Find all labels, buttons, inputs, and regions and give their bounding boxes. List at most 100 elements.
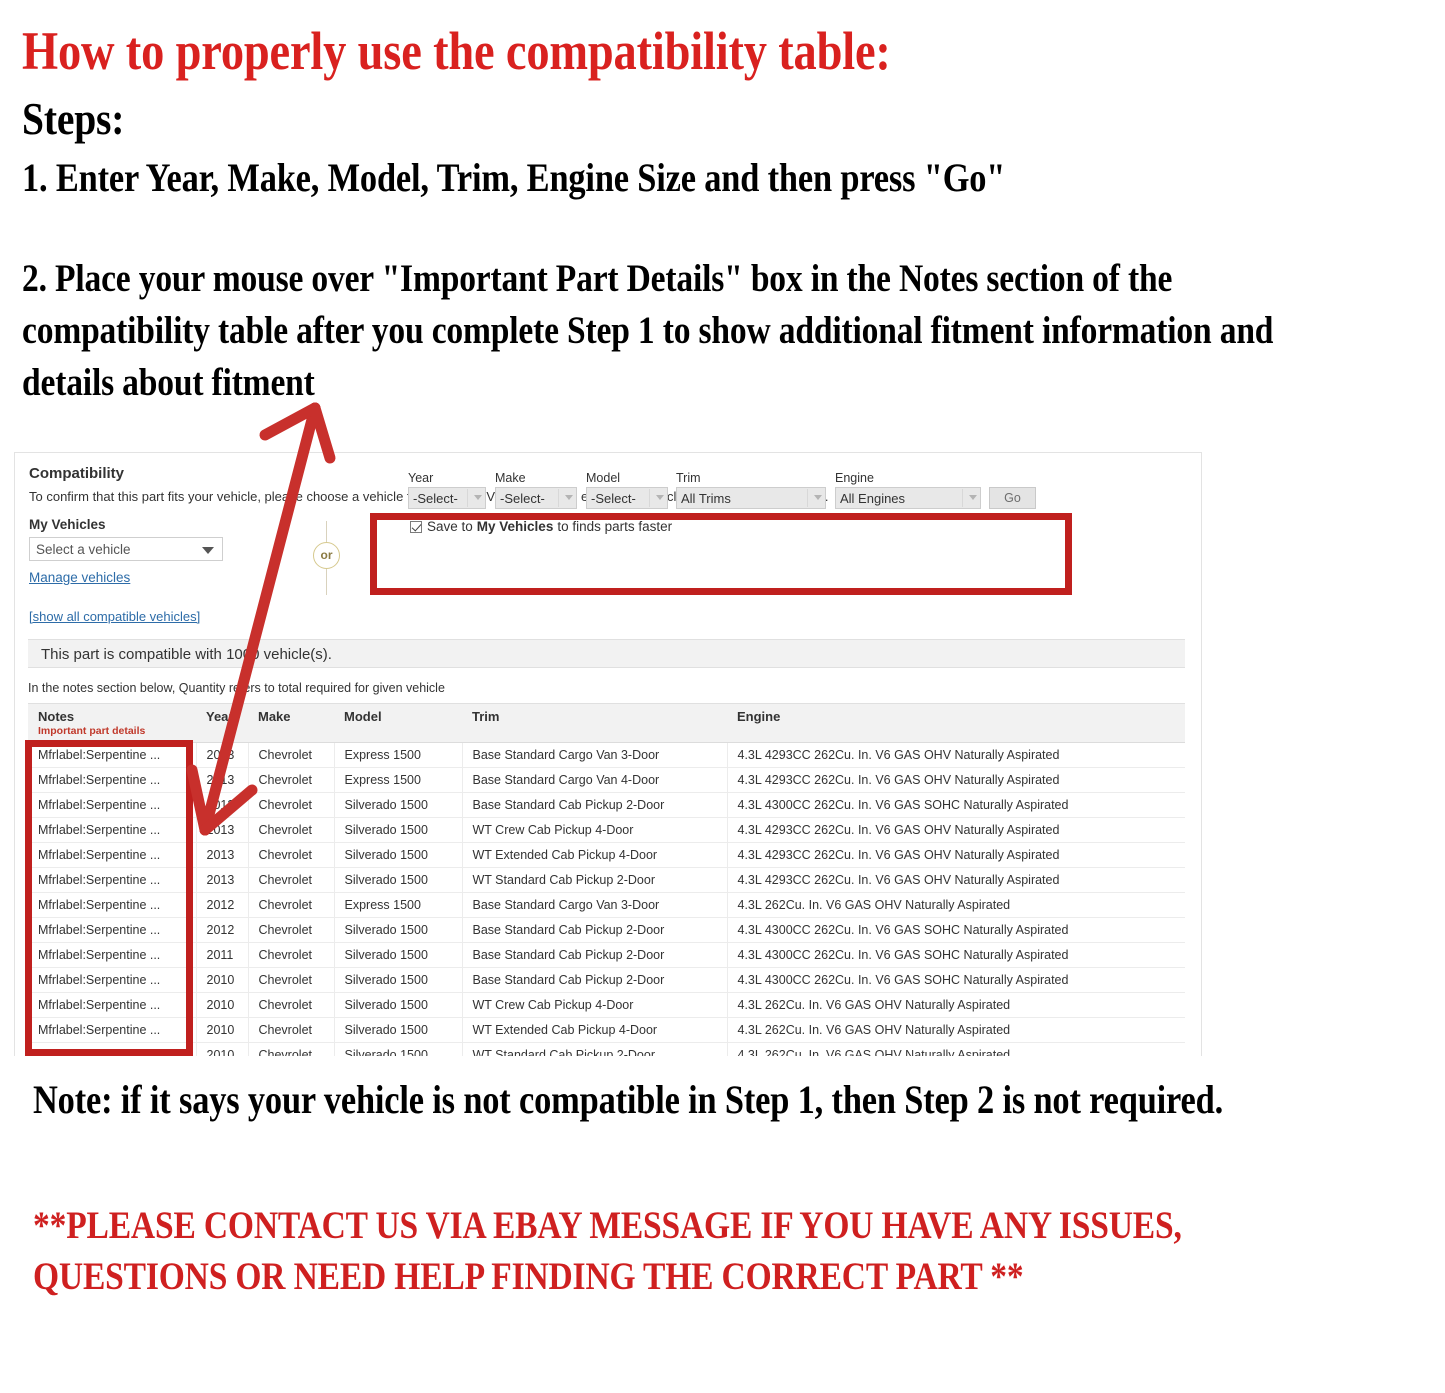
save-to-my-vehicles-checkbox[interactable]: [410, 520, 422, 533]
page-title: How to properly use the compatibility ta…: [22, 21, 891, 81]
table-header-row: Notes Important part details Year Make M…: [28, 703, 1185, 743]
cell-trim: Base Standard Cab Pickup 2-Door: [462, 942, 728, 968]
cell-trim: WT Standard Cab Pickup 2-Door: [462, 867, 728, 893]
cell-notes[interactable]: Mfrlabel:Serpentine ...: [28, 817, 197, 843]
my-vehicles-select[interactable]: Select a vehicle: [29, 537, 223, 561]
cell-notes[interactable]: Mfrlabel:Serpentine ...: [28, 942, 197, 968]
step-1-text: 1. Enter Year, Make, Model, Trim, Engine…: [22, 155, 1006, 200]
cell-make: Chevrolet: [248, 1042, 335, 1056]
chevron-down-icon: [656, 495, 664, 500]
cell-make: Chevrolet: [248, 792, 335, 818]
table-row: Mfrlabel:Serpentine ... 2013 Chevrolet Silv…: [28, 792, 1185, 818]
cell-notes[interactable]: Mfrlabel:Serpentine ...: [28, 792, 197, 818]
cell-trim: WT Crew Cab Pickup 4-Door: [462, 992, 728, 1018]
cell-model: Silverado 1500: [334, 842, 463, 868]
table-row: Mfrlabel:Serpentine ... 2012 Chevrolet Expr…: [28, 892, 1185, 918]
note-text: Note: if it says your vehicle is not com…: [33, 1077, 1224, 1122]
my-vehicles-label: My Vehicles: [29, 517, 106, 532]
cell-model: Silverado 1500: [334, 792, 463, 818]
cell-engine: 4.3L 4293CC 262Cu. In. V6 GAS OHV Natura…: [727, 817, 1185, 843]
make-select[interactable]: -Select-: [495, 487, 577, 509]
save-checkbox-text-before: Save to: [427, 519, 473, 534]
cell-engine: 4.3L 4293CC 262Cu. In. V6 GAS OHV Natura…: [727, 842, 1185, 868]
steps-label: Steps:: [22, 93, 125, 144]
table-row: Mfrlabel:Serpentine ... 2013 Chevrolet Silv…: [28, 867, 1185, 893]
cell-engine: 4.3L 4300CC 262Cu. In. V6 GAS SOHC Natur…: [727, 942, 1185, 968]
chevron-down-icon: [474, 495, 482, 500]
cell-trim: Base Standard Cab Pickup 2-Door: [462, 917, 728, 943]
model-select[interactable]: -Select-: [586, 487, 668, 509]
cell-model: Silverado 1500: [334, 867, 463, 893]
chevron-down-icon: [969, 495, 977, 500]
table-row: Mfrlabel:Serpentine ... 2010 Chevrolet Silv…: [28, 967, 1185, 993]
cell-trim: WT Standard Cab Pickup 2-Door: [462, 1042, 728, 1056]
cell-make: Chevrolet: [248, 967, 335, 993]
year-select[interactable]: -Select-: [408, 487, 486, 509]
cell-year: 2011: [196, 942, 249, 968]
table-row: Mfrlabel:Serpentine ... 2013 Chevrolet Expr…: [28, 742, 1185, 768]
step-2-text: 2. Place your mouse over "Important Part…: [22, 257, 1274, 404]
cell-notes[interactable]: Mfrlabel:Serpentine ...: [28, 742, 197, 768]
cell-engine: 4.3L 262Cu. In. V6 GAS OHV Naturally Asp…: [727, 892, 1185, 918]
table-row: Mfrlabel:Serpentine ... 2013 Chevrolet Expr…: [28, 767, 1185, 793]
cell-year: 2012: [196, 892, 249, 918]
cell-year: 2013: [196, 817, 249, 843]
cell-engine: 4.3L 4293CC 262Cu. In. V6 GAS OHV Natura…: [727, 867, 1185, 893]
column-header-engine: Engine: [727, 703, 1185, 743]
year-select-value: -Select-: [413, 490, 458, 506]
column-header-year: Year: [196, 703, 248, 743]
save-to-my-vehicles-row[interactable]: Save to My Vehicles to finds parts faste…: [410, 519, 672, 534]
cell-notes[interactable]: Mfrlabel:Serpentine ...: [28, 917, 197, 943]
cell-notes[interactable]: Mfrlabel:Serpentine ...: [28, 767, 197, 793]
go-button[interactable]: Go: [989, 487, 1036, 509]
model-label: Model: [586, 471, 621, 485]
model-field: Model -Select-: [586, 471, 668, 509]
compatibility-table: Notes Important part details Year Make M…: [28, 703, 1185, 1056]
cell-engine: 4.3L 4300CC 262Cu. In. V6 GAS SOHC Natur…: [727, 792, 1185, 818]
cell-notes[interactable]: Mfrlabel:Serpentine ...: [28, 1017, 197, 1043]
cell-make: Chevrolet: [248, 892, 335, 918]
cell-model: Silverado 1500: [334, 1042, 463, 1056]
engine-select[interactable]: All Engines: [835, 487, 981, 509]
make-select-value: -Select-: [500, 490, 545, 506]
cell-year: 2013: [196, 792, 249, 818]
column-header-notes: Notes Important part details: [28, 703, 196, 743]
cell-notes[interactable]: Mfrlabel:Serpentine ...: [28, 967, 197, 993]
compatible-count-bar: This part is compatible with 1000 vehicl…: [28, 639, 1185, 668]
cell-notes[interactable]: Mfrlabel:Serpentine ...: [28, 867, 197, 893]
cell-trim: Base Standard Cargo Van 4-Door: [462, 767, 728, 793]
cell-make: Chevrolet: [248, 942, 335, 968]
cell-model: Silverado 1500: [334, 817, 463, 843]
cell-trim: Base Standard Cab Pickup 2-Door: [462, 967, 728, 993]
compatibility-panel: Compatibility To confirm that this part …: [14, 452, 1202, 1056]
engine-field: Engine All Engines: [835, 471, 981, 509]
trim-select[interactable]: All Trims: [676, 487, 826, 509]
cell-make: Chevrolet: [248, 742, 335, 768]
cell-notes[interactable]: Mfrlabel:Serpentine ...: [28, 992, 197, 1018]
save-checkbox-text-bold: My Vehicles: [476, 519, 554, 534]
compatibility-heading: Compatibility: [29, 465, 125, 482]
column-header-make: Make: [248, 703, 334, 743]
year-select-divider: [467, 489, 468, 507]
engine-select-value: All Engines: [840, 490, 906, 506]
cell-notes[interactable]: Mfrlabel:Serpentine ...: [28, 892, 197, 918]
cell-trim: Base Standard Cab Pickup 2-Door: [462, 792, 728, 818]
cell-year: 2010: [196, 1042, 249, 1056]
manage-vehicles-link[interactable]: Manage vehicles: [29, 570, 130, 585]
cell-make: Chevrolet: [248, 917, 335, 943]
make-field: Make -Select-: [495, 471, 577, 509]
trim-select-value: All Trims: [681, 490, 731, 506]
cell-engine: 4.3L 262Cu. In. V6 GAS OHV Naturally Asp…: [727, 992, 1185, 1018]
column-header-model: Model: [334, 703, 462, 743]
cell-model: Express 1500: [334, 892, 463, 918]
cell-year: 2010: [196, 992, 249, 1018]
cell-notes[interactable]: Mfrlabel:Serpentine ...: [28, 1042, 197, 1056]
cell-make: Chevrolet: [248, 992, 335, 1018]
show-all-compatible-vehicles-link[interactable]: [show all compatible vehicles]: [29, 609, 200, 624]
cell-notes[interactable]: Mfrlabel:Serpentine ...: [28, 842, 197, 868]
make-label: Make: [495, 471, 526, 485]
cell-engine: 4.3L 262Cu. In. V6 GAS OHV Naturally Asp…: [727, 1017, 1185, 1043]
or-divider: or: [310, 521, 344, 595]
year-label: Year: [408, 471, 434, 485]
cell-engine: 4.3L 4300CC 262Cu. In. V6 GAS SOHC Natur…: [727, 917, 1185, 943]
